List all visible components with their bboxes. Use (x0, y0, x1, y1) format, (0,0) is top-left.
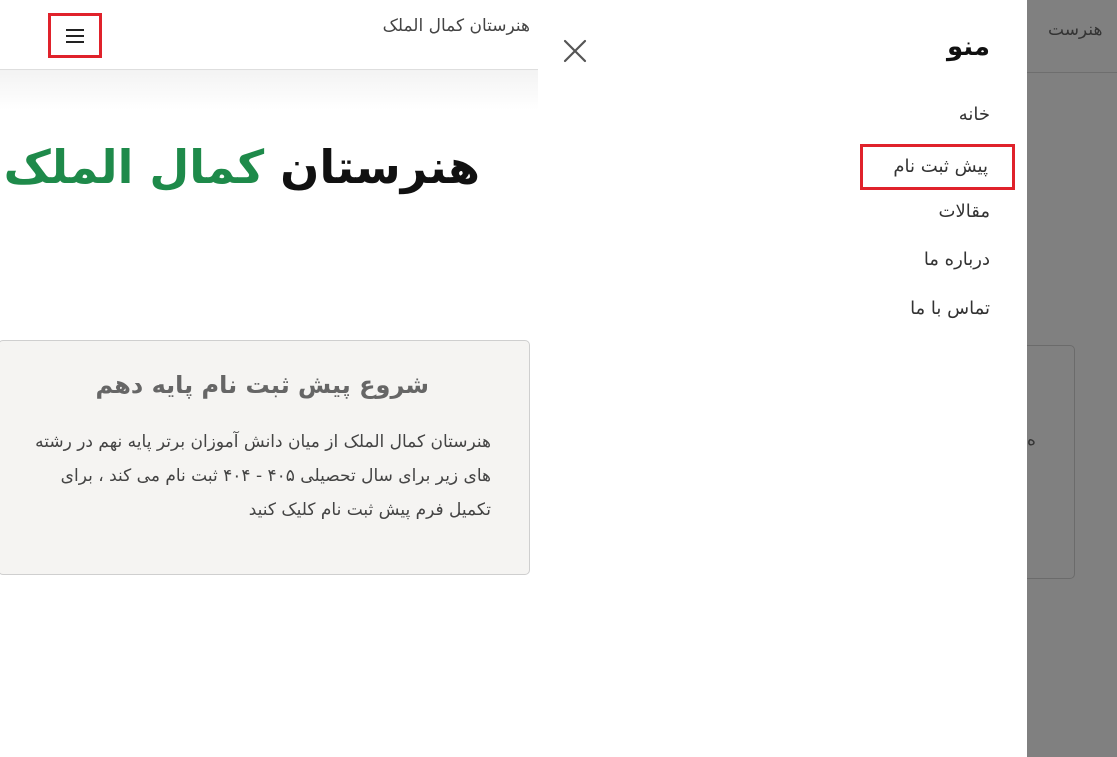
top-navbar: هنرستان کمال الملک (0, 0, 538, 70)
backdrop-card-text-fragment: ه (1027, 430, 1036, 450)
menu-item-pre-registration[interactable]: پیش ثبت نام (860, 144, 1015, 190)
navbar-shadow (0, 70, 538, 110)
backdrop-card-fragment (1027, 345, 1075, 579)
card-body: هنرستان کمال الملک از میان دانش آموزان ب… (35, 432, 491, 520)
hero-title-dark: هنرستان (280, 140, 480, 194)
hero-title: هنرستان کمال الملک (4, 140, 480, 194)
backdrop-brand-fragment: هنرست (1048, 20, 1103, 40)
backdrop-header-divider (1027, 72, 1117, 73)
menu-item-articles[interactable]: مقالات (939, 201, 990, 222)
modal-backdrop[interactable]: هنرست ه (1027, 0, 1117, 757)
offcanvas-menu: منو خانه پیش ثبت نام مقالات درباره ما تم… (538, 0, 1027, 757)
close-menu-button[interactable] (560, 36, 590, 66)
menu-item-home[interactable]: خانه (959, 104, 990, 125)
card-title: شروع پیش ثبت نام پایه دهم (95, 371, 429, 399)
main-page: هنرستان کمال الملک هنرستان کمال الملک شر… (0, 0, 538, 757)
menu-title: منو (946, 32, 990, 62)
pre-registration-card[interactable]: شروع پیش ثبت نام پایه دهم هنرستان کمال ا… (0, 340, 530, 575)
hamburger-menu-icon (66, 28, 84, 43)
hamburger-menu-button[interactable] (48, 13, 102, 58)
hero-title-green: کمال الملک (3, 140, 265, 194)
menu-item-contact[interactable]: تماس با ما (910, 298, 990, 319)
navbar-brand[interactable]: هنرستان کمال الملک (383, 16, 530, 36)
menu-item-about[interactable]: درباره ما (924, 249, 990, 270)
close-icon (563, 39, 587, 63)
